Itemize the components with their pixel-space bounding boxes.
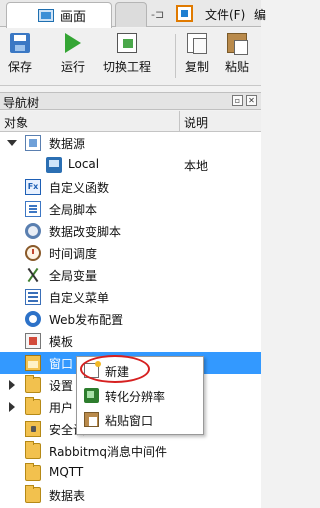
folder-icon: [25, 463, 41, 481]
pin-icon[interactable]: -⊐: [151, 8, 164, 21]
menu-edit[interactable]: 编: [254, 6, 266, 23]
tree-item-label: 设置: [49, 379, 74, 393]
tree-item-local[interactable]: Local 本地: [0, 154, 261, 176]
tree-item-desc: 本地: [184, 159, 209, 173]
expand-arrow-icon[interactable]: [9, 402, 15, 412]
app-logo-icon: [176, 5, 193, 22]
tab-screen[interactable]: 画面: [6, 2, 112, 28]
new-icon: [84, 361, 101, 378]
tree-item-time-schedule[interactable]: 时间调度: [0, 242, 261, 264]
window-icon: [25, 355, 41, 371]
tree-item-global-variables[interactable]: 全局变量: [0, 264, 261, 286]
tree-item-rabbitmq[interactable]: Rabbitmq消息中间件: [0, 440, 261, 462]
folder-icon: [25, 397, 41, 415]
switch-project-button[interactable]: 切换工程: [103, 33, 151, 75]
gear-icon: [25, 223, 41, 239]
datasource-icon: [25, 135, 41, 151]
template-icon: [25, 333, 41, 349]
expand-arrow-icon[interactable]: [9, 380, 15, 390]
tree-item-label: 全局变量: [49, 269, 98, 283]
switch-project-icon: [117, 33, 137, 53]
column-object[interactable]: 对象: [4, 114, 28, 131]
tree-item-label: Web发布配置: [49, 313, 124, 327]
tree-item-label: Local: [68, 157, 100, 171]
screen-icon: [38, 9, 54, 22]
tree-item-template[interactable]: 模板: [0, 330, 261, 352]
column-divider[interactable]: [179, 111, 180, 132]
paste-window-icon: [84, 412, 99, 427]
lock-icon: [25, 421, 41, 437]
context-item-label: 粘贴窗口: [105, 414, 154, 428]
copy-icon: [187, 33, 207, 54]
column-header: 对象 说明: [0, 111, 261, 132]
tree-item-label: Rabbitmq消息中间件: [49, 445, 168, 459]
tree-item-data-change-script[interactable]: 数据改变脚本: [0, 220, 261, 242]
navigation-tree: 数据源 Local 本地 Fx 自定义函数 全局脚本 数据改变脚本 时间调度 全…: [0, 132, 261, 508]
tree-item-label: MQTT: [49, 465, 84, 479]
tree-item-label: 数据改变脚本: [49, 225, 122, 239]
tree-item-web-publish[interactable]: Web发布配置: [0, 308, 261, 330]
close-panel-icon[interactable]: ✕: [246, 95, 257, 106]
switch-project-label: 切换工程: [103, 60, 152, 74]
paste-icon: [227, 33, 248, 55]
navigation-tree-header: 导航树 ▫ ✕: [0, 92, 261, 110]
tree-item-mqtt[interactable]: MQTT: [0, 462, 261, 484]
tree-item-global-script[interactable]: 全局脚本: [0, 198, 261, 220]
toolbar-divider: [175, 34, 176, 78]
run-label: 运行: [61, 60, 86, 74]
save-icon: [10, 33, 30, 53]
menu-icon: [25, 289, 41, 305]
context-menu: 新建 转化分辨率 粘贴窗口: [76, 356, 204, 435]
tab-screen-label: 画面: [60, 10, 87, 25]
save-button[interactable]: 保存: [8, 33, 32, 75]
paste-button[interactable]: 粘贴: [225, 33, 249, 75]
panel-title: 导航树: [3, 96, 40, 110]
folder-icon: [25, 485, 41, 503]
context-item-convert-resolution[interactable]: 转化分辨率: [77, 384, 203, 408]
context-item-new[interactable]: 新建: [77, 359, 203, 383]
collapse-arrow-icon[interactable]: [7, 140, 17, 146]
fx-icon: Fx: [25, 179, 41, 195]
save-label: 保存: [8, 60, 33, 74]
script-icon: [25, 201, 41, 217]
tree-item-label: 全局脚本: [49, 203, 98, 217]
tree-item-data-table[interactable]: 数据表: [0, 484, 261, 506]
context-item-label: 转化分辨率: [105, 390, 166, 404]
web-icon: [25, 311, 41, 327]
tree-item-label: 自定义函数: [49, 181, 110, 195]
menu-file[interactable]: 文件(F): [205, 6, 245, 23]
clock-icon: [25, 245, 41, 261]
paste-label: 粘贴: [225, 60, 250, 74]
tree-item-label: 用户: [49, 401, 74, 415]
tab-strip: 画面 -⊐ 文件(F) 编: [0, 0, 266, 28]
toolbar: 保存 运行 切换工程 复制 粘贴: [0, 28, 261, 86]
tree-item-custom-functions[interactable]: Fx 自定义函数: [0, 176, 261, 198]
tree-item-label: 数据源: [49, 137, 86, 151]
tree-item-label: 数据表: [49, 489, 86, 503]
tree-item-label: 窗口: [49, 357, 74, 371]
run-button[interactable]: 运行: [61, 33, 85, 75]
tree-item-datasource[interactable]: 数据源: [0, 132, 261, 154]
column-description[interactable]: 说明: [184, 114, 208, 131]
restore-panel-icon[interactable]: ▫: [232, 95, 243, 106]
folder-icon: [25, 375, 41, 393]
copy-label: 复制: [185, 60, 210, 74]
convert-icon: [84, 388, 99, 403]
variable-icon: [25, 267, 41, 283]
local-icon: [46, 157, 62, 173]
run-icon: [65, 33, 81, 53]
context-item-paste-window[interactable]: 粘贴窗口: [77, 408, 203, 432]
tree-item-label: 时间调度: [49, 247, 98, 261]
tab-secondary[interactable]: [115, 2, 147, 27]
tree-item-label: 自定义菜单: [49, 291, 110, 305]
context-item-label: 新建: [105, 365, 130, 379]
folder-icon: [25, 441, 41, 459]
copy-button[interactable]: 复制: [185, 33, 209, 75]
tree-item-label: 模板: [49, 335, 74, 349]
tree-item-custom-menu[interactable]: 自定义菜单: [0, 286, 261, 308]
